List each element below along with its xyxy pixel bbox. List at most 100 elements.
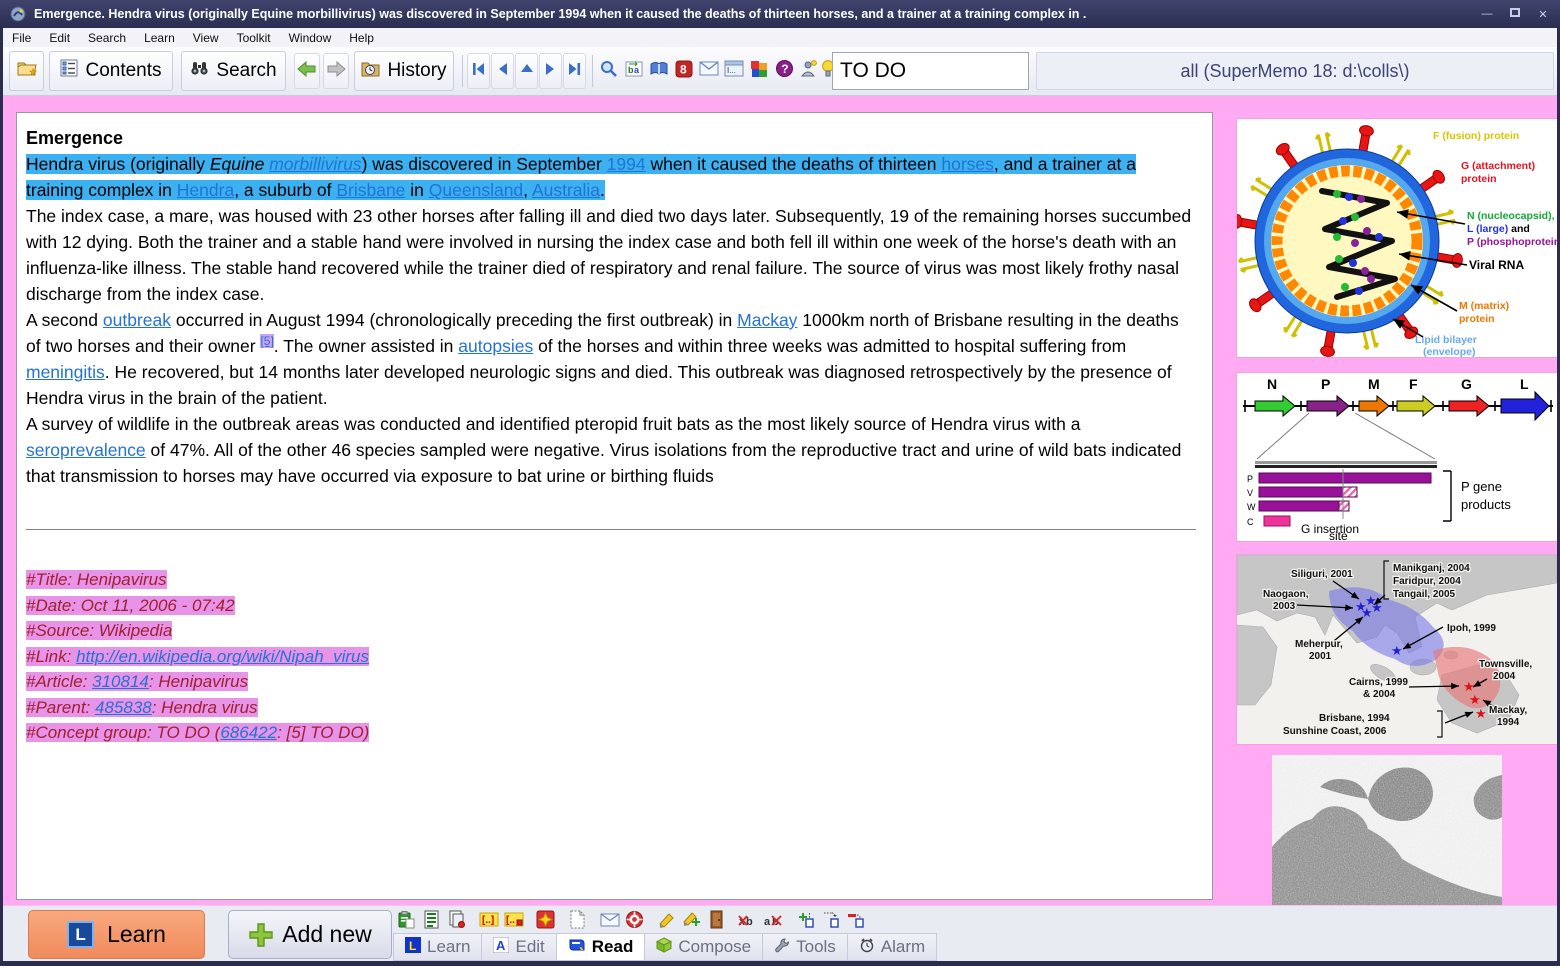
contents-button[interactable]: Contents <box>49 51 173 91</box>
tab-read[interactable]: Read <box>556 933 645 961</box>
collection-selector[interactable]: all (SuperMemo 18: d:\colls\) <box>1036 52 1554 90</box>
svg-text:L: L <box>409 939 416 953</box>
svg-text:protein: protein <box>1459 313 1495 325</box>
svg-text:2001: 2001 <box>1309 651 1332 662</box>
text-link[interactable]: [5] <box>260 334 273 348</box>
search-button[interactable]: Search <box>181 51 286 91</box>
dictionary-icon <box>649 60 669 83</box>
text-link[interactable]: Mackay <box>737 310 797 330</box>
reference-title: #Title: Henipavirus <box>26 567 1198 593</box>
previous-element-button[interactable] <box>491 53 514 89</box>
google-button[interactable]: 8 <box>671 53 697 89</box>
copy-article-icon[interactable] <box>444 908 469 931</box>
menu-file[interactable]: File <box>3 31 40 45</box>
mosaic-icon <box>750 60 768 83</box>
maximize-button[interactable] <box>1508 8 1522 20</box>
reference-source: #Source: Wikipedia <box>26 618 1198 644</box>
concept-group-input[interactable] <box>832 52 1029 90</box>
text-link[interactable]: seroprevalence <box>26 440 146 460</box>
reference-parent: #Parent: 485838: Hendra virus <box>26 695 1198 721</box>
text-link[interactable]: outbreak <box>103 310 171 330</box>
outbreak-map-image[interactable]: ★★★★ ★ ★★★ Siligu <box>1236 554 1558 745</box>
menu-learn[interactable]: Learn <box>135 31 184 45</box>
electron-micrograph-image[interactable] <box>1272 755 1502 905</box>
forward-button[interactable] <box>323 53 349 89</box>
tab-tools[interactable]: Tools <box>762 933 847 961</box>
text-link[interactable]: Queensland <box>429 180 523 200</box>
extract-icon[interactable]: [..] <box>476 908 501 931</box>
text-link[interactable]: Hendra <box>177 180 234 200</box>
reference-article: #Article: 310814: Henipavirus <box>26 669 1198 695</box>
help-buoy-icon[interactable] <box>622 908 647 931</box>
menu-view[interactable]: View <box>184 31 228 45</box>
text-link[interactable]: meningitis <box>26 362 105 382</box>
tab-compose[interactable]: Compose <box>644 933 762 961</box>
menu-edit[interactable]: Edit <box>40 31 79 45</box>
text-link[interactable]: Brisbane <box>336 180 405 200</box>
add-new-button[interactable]: Add new <box>228 910 392 959</box>
mosaic-button[interactable] <box>746 53 772 89</box>
help-button[interactable]: ? <box>771 53 797 89</box>
history-button[interactable]: History <box>354 51 454 91</box>
first-element-button[interactable] <box>467 53 490 89</box>
text-span: , a suburb of <box>234 180 336 200</box>
label-p-protein: P (phosphoprotein) <box>1467 236 1557 248</box>
tab-learn[interactable]: L Learn <box>393 933 481 961</box>
reference-icon[interactable] <box>704 908 729 931</box>
email-article-icon[interactable] <box>597 908 622 931</box>
last-element-button[interactable] <box>563 53 586 89</box>
text-link[interactable]: morbillivirus <box>269 154 361 174</box>
open-collection-button[interactable]: ★ <box>9 51 44 91</box>
hint-button[interactable] <box>796 53 822 89</box>
virus-diagram-image[interactable]: F (fusion) protein G (attachment) protei… <box>1236 118 1558 358</box>
gene-map-image[interactable]: N P M F G L P V W C <box>1236 372 1558 542</box>
rename-button[interactable]: I... <box>721 53 747 89</box>
menu-search[interactable]: Search <box>79 31 135 45</box>
split-add-icon[interactable] <box>793 908 818 931</box>
tab-alarm[interactable]: Alarm <box>847 933 937 961</box>
dictionary-button[interactable] <box>646 53 672 89</box>
translate-button[interactable]: ba <box>621 53 647 89</box>
learn-button[interactable]: L Learn <box>28 910 205 959</box>
clear-before-icon[interactable]: bx <box>736 908 761 931</box>
view-article-icon[interactable] <box>419 908 444 931</box>
cloze-icon[interactable]: [.. <box>501 908 526 931</box>
text-span: : Henipavirus <box>149 672 248 691</box>
text-link[interactable]: horses <box>941 154 994 174</box>
menu-toolkit[interactable]: Toolkit <box>228 31 280 45</box>
text-link[interactable]: Australia <box>532 180 600 200</box>
back-icon <box>297 61 317 82</box>
reference-divider <box>26 529 1196 530</box>
text-link[interactable]: 310814 <box>92 672 149 691</box>
text-link[interactable]: 1994 <box>607 154 646 174</box>
highlight-icon[interactable] <box>654 908 679 931</box>
back-button[interactable] <box>294 53 320 89</box>
parent-element-button[interactable] <box>515 53 538 89</box>
menu-window[interactable]: Window <box>280 31 341 45</box>
paste-article-icon[interactable] <box>394 908 419 931</box>
split-icon[interactable] <box>818 908 843 931</box>
close-button[interactable]: ✕ <box>1536 8 1550 21</box>
text-link[interactable]: 485838 <box>95 698 152 717</box>
text-link[interactable]: 686422 <box>220 723 277 742</box>
next-element-button[interactable] <box>539 53 562 89</box>
article-component[interactable]: Emergence Hendra virus (originally Equin… <box>16 112 1213 900</box>
text-link[interactable]: http://en.wikipedia.org/wiki/Nipah_virus <box>76 647 369 666</box>
split-remove-icon[interactable] <box>843 908 868 931</box>
clear-after-icon[interactable]: ab <box>761 908 786 931</box>
text-span: #Source: Wikipedia <box>26 621 172 640</box>
find-texts-button[interactable] <box>596 53 622 89</box>
text-span: . He recovered, but 14 months later deve… <box>26 362 1172 408</box>
window-border-bottom <box>0 961 1560 966</box>
article-paragraph: A survey of wildlife in the outbreak are… <box>26 411 1198 489</box>
tab-edit[interactable]: A Edit <box>481 933 555 961</box>
text-link[interactable]: autopsies <box>458 336 533 356</box>
minimize-button[interactable]: — <box>1480 8 1494 20</box>
highlight-add-icon[interactable] <box>679 908 704 931</box>
menu-help[interactable]: Help <box>340 31 383 45</box>
text-span: of the horses and within three weeks was… <box>533 336 1126 356</box>
schedule-icon[interactable] <box>533 908 558 931</box>
text-span: of 47%. All of the other 46 species samp… <box>26 440 1181 486</box>
email-button[interactable] <box>696 53 722 89</box>
template-icon[interactable] <box>565 908 590 931</box>
